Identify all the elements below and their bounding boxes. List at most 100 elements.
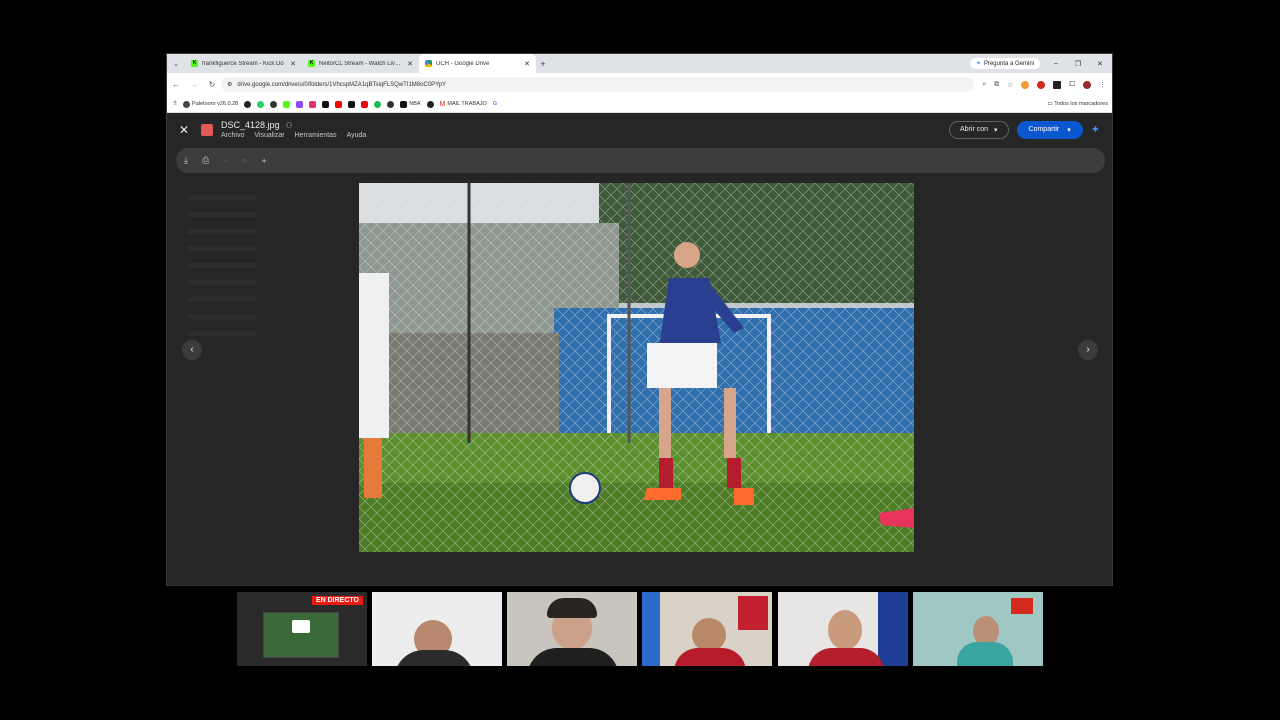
bookmark-icon[interactable] xyxy=(244,100,252,108)
url-field[interactable]: ⚙ drive.google.com/drive/u/0/folders/1Vh… xyxy=(221,77,975,92)
address-bar: ← → ↻ ⚙ drive.google.com/drive/u/0/folde… xyxy=(167,73,1112,96)
whatsapp-icon[interactable] xyxy=(257,100,265,108)
bookmark-icon[interactable] xyxy=(426,100,434,108)
next-image-button[interactable]: › xyxy=(1078,340,1098,360)
all-bookmarks-label: Todos los marcadores xyxy=(1054,101,1108,107)
extension-icon[interactable] xyxy=(1053,80,1062,89)
webcam-2 xyxy=(507,592,637,666)
kick-icon: K xyxy=(191,60,198,67)
drive-icon xyxy=(425,60,432,67)
netflix-icon[interactable] xyxy=(361,100,369,108)
close-window-icon[interactable]: ✕ xyxy=(1094,60,1106,68)
youtube-icon[interactable] xyxy=(335,100,343,108)
tab-strip: ⌄ K frankfiguerce Stream - Kick Do ✕ K N… xyxy=(167,54,1112,73)
viewer-header: ✕ DSC_4128.jpg ⚇ Archivo Visualizar Herr… xyxy=(167,113,1112,146)
dropdown-icon: ▾ xyxy=(1067,126,1071,134)
menu-visualizar[interactable]: Visualizar xyxy=(254,132,284,139)
maximize-icon[interactable]: ❐ xyxy=(1072,60,1084,68)
menu-ayuda[interactable]: Ayuda xyxy=(347,132,367,139)
webcam-1 xyxy=(372,592,502,666)
folder-icon: ▭ xyxy=(1047,101,1053,107)
bookmark-label: Paletooro v26.0.28 xyxy=(192,101,239,107)
download-icon[interactable]: ⤓ xyxy=(184,155,188,166)
open-with-label: Abrir con xyxy=(960,126,989,133)
all-bookmarks[interactable]: ▭ Todos los marcadores xyxy=(1047,101,1112,107)
tab-title: frankfiguerce Stream - Kick Do xyxy=(202,60,284,67)
forward-icon[interactable]: → xyxy=(185,80,203,89)
gemini-icon[interactable]: ✦ xyxy=(1091,123,1100,136)
x-icon[interactable] xyxy=(322,100,330,108)
twitch-icon[interactable] xyxy=(296,100,304,108)
google-icon[interactable]: G xyxy=(493,101,497,107)
browser-window: ⌄ K frankfiguerce Stream - Kick Do ✕ K N… xyxy=(166,53,1113,586)
kick-icon[interactable] xyxy=(283,100,291,108)
file-name: DSC_4128.jpg xyxy=(221,120,280,130)
reload-icon[interactable]: ↻ xyxy=(203,80,221,89)
extensions-puzzle-icon[interactable]: ⧠ xyxy=(1069,81,1075,89)
nba-icon xyxy=(400,100,408,108)
back-icon[interactable]: ← xyxy=(167,80,185,89)
share-button[interactable]: Compartir ▾ xyxy=(1016,120,1083,139)
tab-title: UCH - Google Drive xyxy=(436,60,490,67)
image-viewer: ✕ DSC_4128.jpg ⚇ Archivo Visualizar Herr… xyxy=(167,113,1112,585)
close-tab-icon[interactable]: ✕ xyxy=(407,60,413,68)
webcam-4 xyxy=(778,592,908,666)
extension-icon[interactable] xyxy=(1037,80,1046,89)
bookmark-icon[interactable] xyxy=(387,100,395,108)
close-tab-icon[interactable]: ✕ xyxy=(290,60,296,68)
close-tab-icon[interactable]: ✕ xyxy=(524,60,530,68)
menu-archivo[interactable]: Archivo xyxy=(221,132,244,139)
viewer-menu: Archivo Visualizar Herramientas Ayuda xyxy=(221,132,366,139)
gmail-icon: M xyxy=(439,100,446,108)
live-badge: EN DIRECTO xyxy=(311,596,363,605)
gemini-button[interactable]: ✦ Pregunta a Gemini xyxy=(969,58,1040,69)
minimize-icon[interactable]: – xyxy=(1050,60,1062,67)
tab-frankfiguerce[interactable]: K frankfiguerce Stream - Kick Do ✕ xyxy=(185,54,302,73)
bookmark-label: NBA xyxy=(409,101,421,107)
tab-title: NeltorCL Stream - Watch Live o xyxy=(319,60,404,67)
zoom-icon[interactable]: ⌕ xyxy=(982,81,986,89)
profile-avatar[interactable] xyxy=(1083,80,1091,89)
webcam-5 xyxy=(913,592,1043,666)
print-icon[interactable]: ⎙ xyxy=(202,155,209,166)
share-label: Compartir xyxy=(1028,126,1060,133)
new-tab-button[interactable]: + xyxy=(536,59,550,69)
zoom-in-icon[interactable]: + xyxy=(262,156,267,166)
close-viewer-icon[interactable]: ✕ xyxy=(167,123,201,137)
bookmark-mail-trabajo[interactable]: M MAIL TRABAJO xyxy=(440,101,487,108)
dropdown-icon: ▾ xyxy=(994,126,998,134)
menu-kebab-icon[interactable]: ⋮ xyxy=(1099,81,1106,89)
tab-google-drive[interactable]: UCH - Google Drive ✕ xyxy=(419,54,536,73)
image-file-icon xyxy=(201,123,213,136)
tiktok-icon[interactable] xyxy=(348,100,356,108)
gemini-label: Pregunta a Gemini xyxy=(983,60,1034,67)
gemini-icon: ✦ xyxy=(975,61,981,67)
bookmark-star-icon[interactable]: ☆ xyxy=(1007,81,1013,89)
tab-neltorcl[interactable]: K NeltorCL Stream - Watch Live o ✕ xyxy=(302,54,419,73)
stream-screen-thumbnail: EN DIRECTO xyxy=(237,592,367,666)
install-icon[interactable]: ⧉ xyxy=(994,81,999,89)
bookmark-nba[interactable]: NBA xyxy=(400,100,421,108)
shared-icon: ⚇ xyxy=(285,120,293,130)
bookmark-icon[interactable] xyxy=(374,100,382,108)
menu-herramientas[interactable]: Herramientas xyxy=(295,132,337,139)
drive-background xyxy=(177,183,297,483)
kick-icon: K xyxy=(308,60,315,67)
bookmark-label: MAIL TRABAJO xyxy=(447,101,487,107)
zoom-out-icon[interactable]: − xyxy=(223,156,228,166)
bookmarks-bar: ⠿ Paletooro v26.0.28 NBA M MAIL TRABAJO … xyxy=(167,96,1112,113)
apps-icon[interactable]: ⠿ xyxy=(173,101,177,107)
extension-icon[interactable] xyxy=(1021,80,1030,89)
bookmark-icon[interactable] xyxy=(270,100,278,108)
photo-preview xyxy=(359,183,914,552)
zoom-icon[interactable]: ⌕ xyxy=(242,155,247,166)
site-info-icon[interactable]: ⚙ xyxy=(227,81,232,88)
bookmark-paletooro[interactable]: Paletooro v26.0.28 xyxy=(183,100,239,108)
tab-search-icon[interactable]: ⌄ xyxy=(167,60,185,68)
previous-image-button[interactable]: ‹ xyxy=(182,340,202,360)
viewer-toolbar: ⤓ ⎙ − ⌕ + xyxy=(176,148,1105,173)
url-text: drive.google.com/drive/u/0/folders/1Vhcs… xyxy=(237,81,447,88)
open-with-button[interactable]: Abrir con ▾ xyxy=(949,120,1009,139)
webcam-3 xyxy=(642,592,772,666)
instagram-icon[interactable] xyxy=(309,100,317,108)
